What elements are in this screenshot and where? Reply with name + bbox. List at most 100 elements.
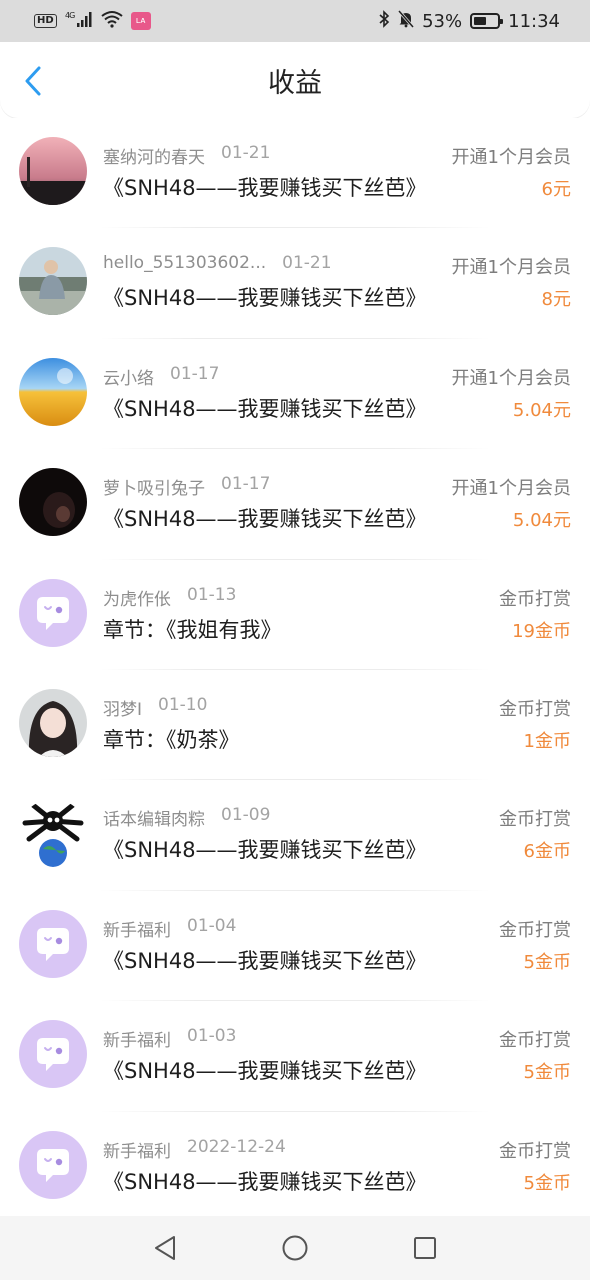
user-name: 为虎作伥	[103, 589, 171, 610]
list-item[interactable]: 塞纳河的春天 01-21 《SNH48——我要赚钱买下丝芭》 开通1个月会员 6元	[0, 118, 590, 229]
work-title: 《SNH48——我要赚钱买下丝芭》	[103, 838, 427, 863]
earning-amount: 5金币	[523, 951, 571, 973]
work-title: 章节：《奶茶》	[103, 727, 240, 752]
wifi-icon	[101, 10, 123, 33]
name-line: 为虎作伥 01-13	[103, 585, 236, 610]
battery-icon	[470, 13, 504, 29]
earning-type: 金币打赏	[499, 588, 571, 610]
user-name: 塞纳河的春天	[103, 148, 205, 168]
earning-amount: 6金币	[523, 841, 571, 863]
record-date: 01-03	[187, 1026, 237, 1047]
work-title: 《SNH48——我要赚钱买下丝芭》	[103, 176, 427, 200]
name-line: 新手福利 01-04	[103, 916, 236, 941]
earnings-list[interactable]: 塞纳河的春天 01-21 《SNH48——我要赚钱买下丝芭》 开通1个月会员 6元 hel…	[0, 118, 590, 1216]
avatar[interactable]	[19, 247, 87, 316]
svg-text:4G: 4G	[65, 11, 75, 20]
record-date: 01-09	[221, 805, 271, 826]
app-notification-icon: ʟᴀ	[130, 12, 151, 30]
back-triangle-icon	[155, 1236, 175, 1260]
earning-type: 开通1个月会员	[451, 367, 571, 389]
list-item[interactable]: 新手福利 01-03 《SNH48——我要赚钱买下丝芭》 金币打赏 5金币	[0, 1001, 590, 1112]
record-date: 01-17	[221, 474, 271, 495]
earning-type: 开通1个月会员	[451, 478, 571, 500]
user-name: 新手福利	[103, 1141, 171, 1162]
user-name: 萝卜吸引兔子	[103, 479, 205, 500]
list-item[interactable]: 萝卜吸引兔子 01-17 《SNH48——我要赚钱买下丝芭》 开通1个月会员 5.04元	[0, 449, 590, 560]
work-title: 《SNH48——我要赚钱买下丝芭》	[103, 1059, 427, 1084]
clock: 11:34	[508, 10, 560, 32]
mute-icon	[397, 9, 415, 33]
avatar[interactable]	[19, 578, 87, 647]
hd-icon: HD	[34, 14, 57, 28]
work-title: 《SNH48——我要赚钱买下丝芭》	[103, 1169, 427, 1194]
work-title: 《SNH48——我要赚钱买下丝芭》	[103, 286, 427, 311]
earning-type: 开通1个月会员	[451, 147, 571, 168]
earning-amount: 6元	[541, 179, 571, 200]
avatar[interactable]	[19, 137, 87, 205]
user-name: 新手福利	[103, 1031, 171, 1052]
nav-home-button[interactable]	[275, 1228, 315, 1268]
record-date: 01-10	[158, 694, 208, 715]
user-name: 羽梦I	[103, 699, 143, 720]
user-name: 云小络	[103, 368, 154, 389]
battery-percent: 53%	[422, 10, 463, 32]
avatar[interactable]	[19, 909, 87, 978]
name-line: 新手福利 01-03	[103, 1026, 236, 1051]
page-title: 收益	[268, 68, 322, 99]
earning-type: 金币打赏	[499, 1030, 571, 1052]
earning-type: 开通1个月会员	[451, 257, 571, 279]
name-line: 羽梦I 01-10	[103, 695, 207, 720]
name-line: 云小络 01-17	[103, 364, 219, 389]
user-name: 话本编辑肉粽	[103, 810, 205, 831]
list-item[interactable]: 羽梦I 01-10 章节：《奶茶》 金币打赏 1金币	[0, 670, 590, 781]
name-line: hello_551303602... 01-21	[103, 253, 332, 273]
user-name: hello_551303602...	[103, 253, 267, 274]
avatar[interactable]	[19, 688, 87, 757]
record-date: 01-21	[221, 143, 271, 163]
nav-back-button[interactable]	[145, 1228, 185, 1268]
page-header: 收益	[0, 42, 590, 118]
list-item[interactable]: 新手福利 01-04 《SNH48——我要赚钱买下丝芭》 金币打赏 5金币	[0, 891, 590, 1002]
avatar[interactable]	[19, 1020, 87, 1089]
work-title: 章节：《我姐有我》	[103, 617, 282, 642]
list-item[interactable]: 为虎作伥 01-13 章节：《我姐有我》 金币打赏 19金币	[0, 560, 590, 670]
earning-type: 金币打赏	[499, 919, 571, 941]
avatar[interactable]	[19, 1130, 87, 1199]
home-circle-icon	[282, 1235, 308, 1261]
name-line: 塞纳河的春天 01-21	[103, 143, 270, 168]
nav-recents-button[interactable]	[405, 1228, 445, 1268]
earning-amount: 19金币	[512, 620, 571, 642]
list-item[interactable]: 新手福利 2022-12-24 《SNH48——我要赚钱买下丝芭》 金币打赏 5金币	[0, 1112, 590, 1216]
bluetooth-icon	[378, 9, 390, 33]
name-line: 话本编辑肉粽 01-09	[103, 805, 270, 830]
work-title: 《SNH48——我要赚钱买下丝芭》	[103, 396, 427, 421]
record-date: 01-04	[187, 915, 237, 936]
name-line: 新手福利 2022-12-24	[103, 1137, 286, 1162]
avatar[interactable]	[19, 357, 87, 426]
earning-type: 金币打赏	[499, 1140, 571, 1162]
list-item[interactable]: hello_551303602... 01-21 《SNH48——我要赚钱买下丝芭》…	[0, 228, 590, 339]
earning-amount: 5金币	[523, 1172, 571, 1194]
record-date: 2022-12-24	[187, 1136, 286, 1157]
record-date: 01-17	[170, 363, 220, 384]
battery-fill	[474, 17, 486, 25]
earning-amount: 8元	[541, 289, 571, 311]
earning-amount: 5金币	[523, 1062, 571, 1084]
avatar[interactable]	[19, 468, 87, 537]
avatar[interactable]	[19, 799, 87, 868]
status-bar: HD 4G ʟᴀ 53% 11:34	[0, 0, 590, 42]
list-item[interactable]: 云小络 01-17 《SNH48——我要赚钱买下丝芭》 开通1个月会员 5.04元	[0, 339, 590, 450]
user-name: 新手福利	[103, 920, 171, 941]
earning-type: 金币打赏	[499, 809, 571, 831]
earning-amount: 1金币	[523, 730, 571, 752]
record-date: 01-13	[187, 584, 237, 605]
earning-amount: 5.04元	[512, 510, 571, 532]
system-nav-bar	[0, 1216, 590, 1280]
signal-icon: 4G	[65, 10, 93, 32]
list-item[interactable]: 话本编辑肉粽 01-09 《SNH48——我要赚钱买下丝芭》 金币打赏 6金币	[0, 780, 590, 891]
recents-square-icon	[414, 1237, 436, 1259]
record-date: 01-21	[282, 253, 332, 274]
earning-type: 金币打赏	[499, 698, 571, 720]
name-line: 萝卜吸引兔子 01-17	[103, 474, 270, 499]
work-title: 《SNH48——我要赚钱买下丝芭》	[103, 948, 427, 973]
